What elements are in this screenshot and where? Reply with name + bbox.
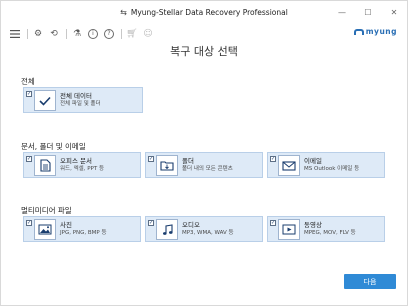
window-controls: — ☐ ✕ xyxy=(329,1,407,23)
card-description: MP3, WMA, WAV 등 xyxy=(182,230,234,236)
window-title: Myung-Stellar Data Recovery Professional xyxy=(130,7,288,17)
title-bar: ⇆ Myung-Stellar Data Recovery Profession… xyxy=(1,1,407,23)
checkbox[interactable]: ✓ xyxy=(148,220,154,226)
folder-icon xyxy=(156,155,178,176)
app-logo-icon: ⇆ xyxy=(120,7,127,17)
toolbar-divider xyxy=(121,29,122,39)
card-email[interactable]: ✓ 이메일 MS Outlook 이메일 등 xyxy=(267,152,385,178)
card-title: 이메일 xyxy=(304,157,322,165)
card-folder[interactable]: ✓ 폴더 폴더 내의 모든 콘텐츠 xyxy=(145,152,263,178)
section-label-documents: 문서, 폴더 및 이메일 xyxy=(21,142,86,151)
video-icon xyxy=(278,219,300,240)
toolbar-divider xyxy=(66,29,67,39)
card-title: 오피스 문서 xyxy=(60,157,92,165)
card-description: MS Outlook 이메일 등 xyxy=(304,166,360,172)
card-all-data[interactable]: ✓ 전체 데이터 전체 파일 및 폴더 xyxy=(23,87,143,113)
checkbox[interactable]: ✓ xyxy=(26,156,32,162)
checkbox[interactable]: ✓ xyxy=(270,156,276,162)
page-title: 복구 대상 선택 xyxy=(170,45,238,58)
checkbox[interactable]: ✓ xyxy=(148,156,154,162)
card-audio[interactable]: ✓ 오디오 MP3, WMA, WAV 등 xyxy=(145,216,263,242)
toolbar-divider xyxy=(27,29,28,39)
card-description: 폴더 내의 모든 콘텐츠 xyxy=(182,166,233,172)
card-description: MPEG, MOV, FLV 등 xyxy=(304,230,356,236)
checkbox[interactable]: ✓ xyxy=(26,91,32,97)
brand-text: myung xyxy=(365,27,397,36)
music-icon xyxy=(156,219,178,240)
card-photos[interactable]: ✓ 사진 JPG, PNG, BMP 등 xyxy=(23,216,141,242)
checkmark-icon xyxy=(34,90,56,111)
card-title: 사진 xyxy=(60,221,72,229)
card-description: 워드, 엑셀, PPT 등 xyxy=(60,166,105,172)
brand-logo: myung xyxy=(353,27,397,36)
cart-icon[interactable]: 🛒︎ xyxy=(126,28,138,40)
user-icon[interactable]: ☺ xyxy=(142,28,154,40)
recovery-icon[interactable]: ⚗ xyxy=(71,28,83,40)
card-title: 동영상 xyxy=(304,221,322,229)
info-icon[interactable]: i xyxy=(87,28,99,40)
card-description: JPG, PNG, BMP 등 xyxy=(60,230,107,236)
checkbox[interactable]: ✓ xyxy=(270,220,276,226)
card-title: 전체 데이터 xyxy=(60,92,92,100)
minimize-button[interactable]: — xyxy=(329,1,355,23)
maximize-button[interactable]: ☐ xyxy=(355,1,381,23)
card-video[interactable]: ✓ 동영상 MPEG, MOV, FLV 등 xyxy=(267,216,385,242)
card-office-documents[interactable]: ✓ 오피스 문서 워드, 엑셀, PPT 등 xyxy=(23,152,141,178)
email-icon xyxy=(278,155,300,176)
checkbox[interactable]: ✓ xyxy=(26,220,32,226)
close-button[interactable]: ✕ xyxy=(381,1,407,23)
card-description: 전체 파일 및 폴더 xyxy=(60,101,101,107)
card-title: 오디오 xyxy=(182,221,200,229)
toolbar: ⚙ ⟲ ⚗ i ? 🛒︎ ☺ myung xyxy=(1,23,407,45)
history-icon[interactable]: ⟲ xyxy=(48,28,60,40)
app-window: ⇆ Myung-Stellar Data Recovery Profession… xyxy=(0,0,408,306)
menu-icon[interactable] xyxy=(9,28,21,40)
settings-icon[interactable]: ⚙ xyxy=(32,28,44,40)
document-icon xyxy=(34,155,56,176)
card-title: 폴더 xyxy=(182,157,194,165)
brand-mark-icon xyxy=(353,28,364,35)
section-label-all: 전체 xyxy=(21,77,35,86)
window-title-group: ⇆ Myung-Stellar Data Recovery Profession… xyxy=(120,8,288,17)
photo-icon xyxy=(34,219,56,240)
section-label-multimedia: 멀티미디어 파일 xyxy=(21,206,72,215)
next-button[interactable]: 다음 xyxy=(344,274,396,289)
help-icon[interactable]: ? xyxy=(103,28,115,40)
